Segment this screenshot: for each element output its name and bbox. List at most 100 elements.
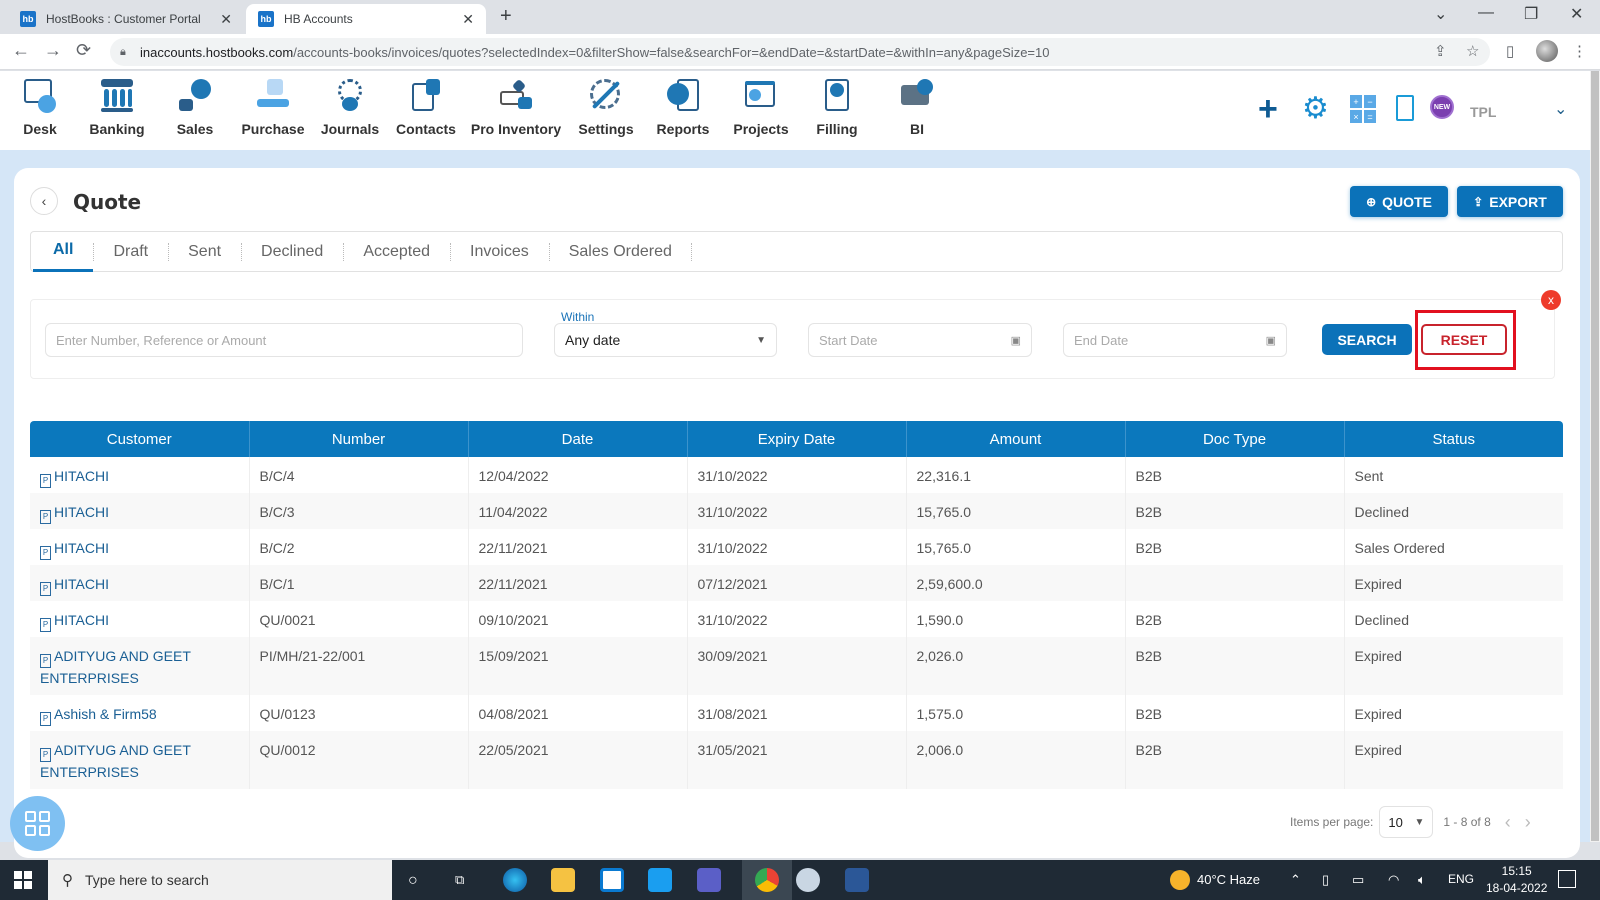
task-view-icon[interactable]: ⧉ bbox=[455, 872, 464, 888]
column-header[interactable]: Number bbox=[249, 421, 469, 457]
browser-tab-hb-accounts[interactable]: hb HB Accounts ✕ bbox=[246, 4, 486, 34]
table-row[interactable]: P ADITYUG AND GEET ENTERPRISES PI/MH/21-22… bbox=[30, 637, 1563, 695]
pdf-file-icon[interactable]: P bbox=[40, 546, 51, 560]
customer-link[interactable]: HITACHI bbox=[54, 504, 109, 520]
company-name[interactable]: TPL bbox=[1470, 104, 1496, 120]
nav-projects[interactable]: Projects bbox=[721, 77, 801, 137]
customer-cell[interactable]: P ADITYUG AND GEET ENTERPRISES bbox=[30, 731, 250, 789]
table-row[interactable]: P ADITYUG AND GEET ENTERPRISES QU/0012 22/0… bbox=[30, 731, 1563, 789]
start-date-input[interactable]: Start Date ▣ bbox=[808, 323, 1032, 357]
profile-avatar[interactable] bbox=[1536, 40, 1558, 62]
column-header[interactable]: Date bbox=[468, 421, 688, 457]
new-badge-icon[interactable]: NEW bbox=[1430, 95, 1454, 119]
scrollbar-thumb[interactable] bbox=[1591, 71, 1599, 841]
forward-arrow-icon[interactable]: → bbox=[44, 40, 62, 61]
edge-icon[interactable] bbox=[503, 868, 527, 892]
pdf-file-icon[interactable]: P bbox=[40, 510, 51, 524]
column-header[interactable]: Expiry Date bbox=[687, 421, 907, 457]
customer-cell[interactable]: P HITACHI bbox=[30, 457, 250, 493]
nav-pro-inventory[interactable]: Pro Inventory bbox=[466, 77, 566, 137]
items-per-page-select[interactable]: 10 ▼ bbox=[1379, 806, 1434, 838]
tab-invoices[interactable]: Invoices bbox=[450, 231, 549, 272]
close-filter-icon[interactable]: x bbox=[1541, 290, 1561, 310]
nav-bi[interactable]: BI bbox=[877, 77, 957, 137]
back-arrow-icon[interactable]: ← bbox=[12, 40, 30, 61]
customer-link[interactable]: HITACHI bbox=[54, 540, 109, 556]
table-row[interactable]: P HITACHI B/C/3 11/04/2022 31/10/2022 15,765.… bbox=[30, 493, 1563, 529]
pdf-file-icon[interactable]: P bbox=[40, 474, 51, 488]
tray-overflow-icon[interactable]: ⌃ bbox=[1290, 872, 1301, 888]
reset-button[interactable]: RESET bbox=[1421, 324, 1507, 355]
paint-icon[interactable] bbox=[796, 868, 820, 892]
tab-all[interactable]: All bbox=[33, 231, 94, 272]
close-window-button[interactable]: ✕ bbox=[1570, 4, 1583, 24]
restore-button[interactable]: ❐ bbox=[1524, 4, 1538, 24]
plus-icon[interactable]: + bbox=[1258, 92, 1278, 126]
customer-link[interactable]: Ashish & Firm58 bbox=[54, 706, 157, 722]
gear-icon[interactable]: ⚙ bbox=[1302, 94, 1329, 124]
word-icon[interactable] bbox=[845, 868, 869, 892]
weather-icon[interactable] bbox=[1170, 870, 1190, 890]
tab-search-icon[interactable]: ⌄ bbox=[1434, 4, 1447, 24]
back-button[interactable]: ‹ bbox=[30, 187, 58, 215]
cortana-icon[interactable]: ○ bbox=[408, 872, 418, 890]
customer-link[interactable]: HITACHI bbox=[54, 612, 109, 628]
search-button[interactable]: SEARCH bbox=[1322, 324, 1412, 355]
apps-grid-button[interactable] bbox=[10, 796, 65, 851]
tab-declined[interactable]: Declined bbox=[241, 231, 343, 272]
column-header[interactable]: Doc Type bbox=[1125, 421, 1345, 457]
customer-cell[interactable]: P HITACHI bbox=[30, 565, 250, 601]
customer-cell[interactable]: P HITACHI bbox=[30, 601, 250, 637]
table-row[interactable]: P HITACHI B/C/1 22/11/2021 07/12/2021 2,59,60… bbox=[30, 565, 1563, 601]
pdf-file-icon[interactable]: P bbox=[40, 582, 51, 596]
minimize-button[interactable]: — bbox=[1478, 4, 1494, 22]
customer-cell[interactable]: P HITACHI bbox=[30, 493, 250, 529]
nav-settings[interactable]: Settings bbox=[566, 77, 646, 137]
browser-menu-icon[interactable]: ⋮ bbox=[1572, 42, 1587, 60]
nav-contacts[interactable]: Contacts bbox=[386, 77, 466, 137]
volume-icon[interactable]: 🔈︎ bbox=[1418, 872, 1426, 888]
mail-icon[interactable] bbox=[648, 868, 672, 892]
nav-purchase[interactable]: Purchase bbox=[233, 77, 313, 137]
tab-sent[interactable]: Sent bbox=[168, 231, 241, 272]
pdf-file-icon[interactable]: P bbox=[40, 618, 51, 632]
nav-filling[interactable]: Filling bbox=[797, 77, 877, 137]
tab-draft[interactable]: Draft bbox=[93, 231, 168, 272]
within-select[interactable]: Any date ▼ bbox=[554, 323, 777, 357]
weather-text[interactable]: 40°C Haze bbox=[1197, 872, 1260, 887]
new-tab-button[interactable]: + bbox=[500, 5, 512, 28]
close-tab-icon[interactable]: ✕ bbox=[220, 11, 232, 28]
pdf-file-icon[interactable]: P bbox=[40, 712, 51, 726]
address-bar[interactable]: 🔒︎ inaccounts.hostbooks.com/accounts-boo… bbox=[110, 38, 1490, 66]
tab-sales-ordered[interactable]: Sales Ordered bbox=[548, 231, 693, 272]
taskbar-search[interactable]: ⚲ Type here to search bbox=[48, 860, 392, 900]
nav-sales[interactable]: Sales bbox=[155, 77, 235, 137]
nav-banking[interactable]: Banking bbox=[77, 77, 157, 137]
table-row[interactable]: P HITACHI B/C/2 22/11/2021 31/10/2022 15,765.… bbox=[30, 529, 1563, 565]
calendar-icon[interactable]: ▣ bbox=[1011, 334, 1021, 347]
customer-link[interactable]: HITACHI bbox=[54, 576, 109, 592]
column-header[interactable]: Status bbox=[1344, 421, 1563, 457]
side-panel-icon[interactable]: ▯ bbox=[1506, 42, 1514, 60]
pdf-file-icon[interactable]: P bbox=[40, 748, 51, 762]
add-quote-button[interactable]: ⊕ QUOTE bbox=[1350, 186, 1448, 217]
nav-desk[interactable]: Desk bbox=[0, 77, 80, 137]
share-icon[interactable]: ⇪ bbox=[1434, 42, 1447, 60]
tab-accepted[interactable]: Accepted bbox=[343, 231, 450, 272]
next-page-button[interactable]: › bbox=[1525, 812, 1531, 833]
nav-journals[interactable]: Journals bbox=[310, 77, 390, 137]
wifi-icon[interactable]: ◠ bbox=[1388, 872, 1399, 888]
bookmark-star-icon[interactable]: ☆ bbox=[1466, 42, 1479, 60]
end-date-input[interactable]: End Date ▣ bbox=[1063, 323, 1287, 357]
table-row[interactable]: P HITACHI QU/0021 09/10/2021 31/10/2022 1,590… bbox=[30, 601, 1563, 637]
file-explorer-icon[interactable] bbox=[551, 868, 575, 892]
column-header[interactable]: Amount bbox=[906, 421, 1126, 457]
chrome-icon[interactable] bbox=[755, 868, 779, 892]
customer-link[interactable]: ADITYUG AND GEET ENTERPRISES bbox=[40, 742, 191, 780]
search-input[interactable]: Enter Number, Reference or Amount bbox=[45, 323, 523, 357]
customer-link[interactable]: ADITYUG AND GEET ENTERPRISES bbox=[40, 648, 191, 686]
table-row[interactable]: P Ashish & Firm58 QU/0123 04/08/2021 31/08/2… bbox=[30, 695, 1563, 731]
customer-cell[interactable]: P HITACHI bbox=[30, 529, 250, 565]
pdf-file-icon[interactable]: P bbox=[40, 654, 51, 668]
previous-page-button[interactable]: ‹ bbox=[1505, 812, 1511, 833]
